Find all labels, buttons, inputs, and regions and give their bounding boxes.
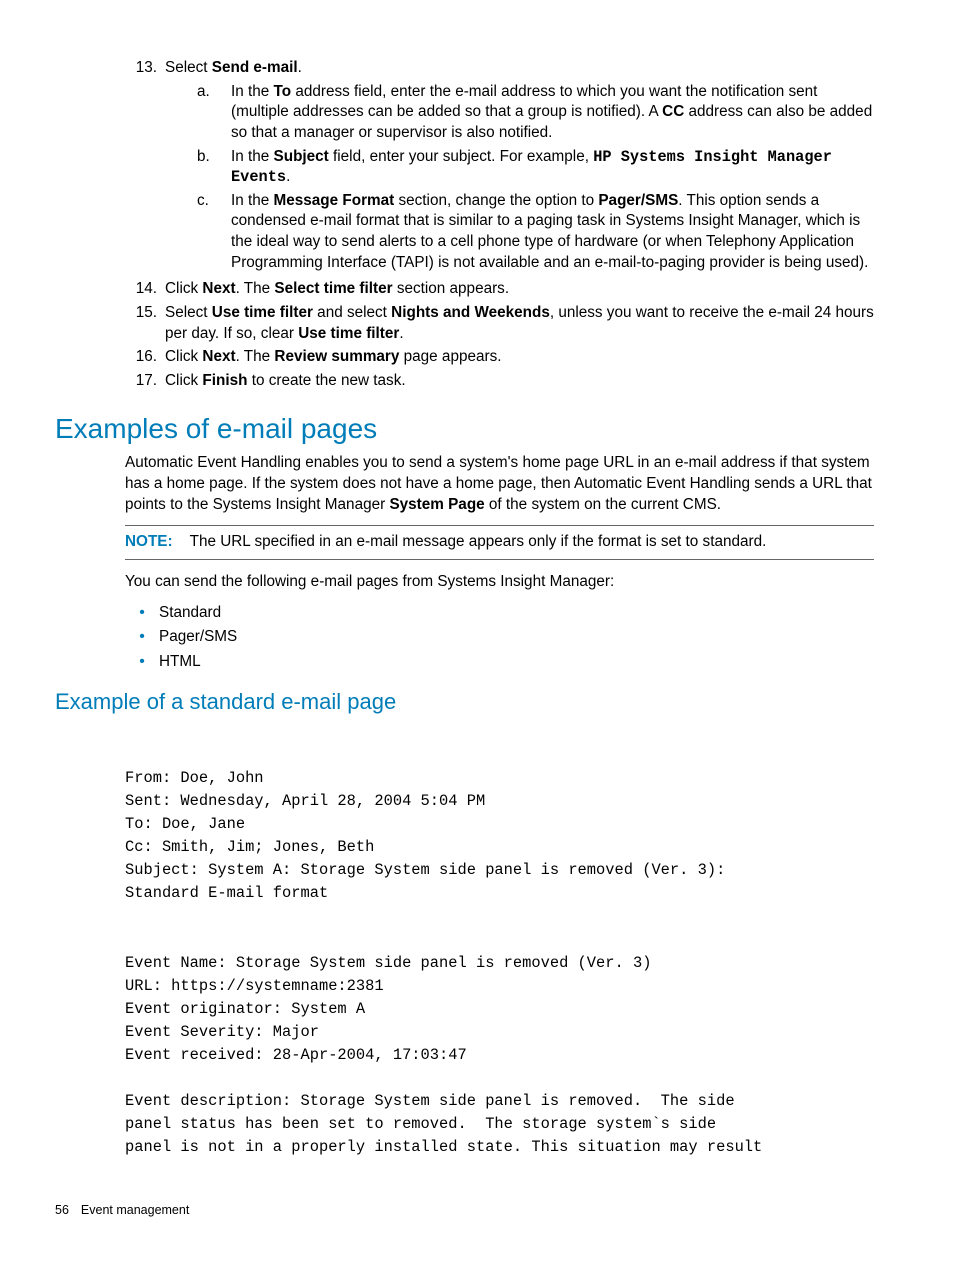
step-14: 14. Click Next. The Select time filter s… (125, 279, 874, 300)
bullet-list: •Standard •Pager/SMS •HTML (125, 603, 874, 673)
email-sample: From: Doe, John Sent: Wednesday, April 2… (125, 767, 874, 1160)
bullet-item: •HTML (125, 652, 874, 673)
heading-examples: Examples of e-mail pages (55, 410, 874, 448)
step-15: 15. Select Use time filter and select Ni… (125, 303, 874, 344)
page-number: 56 (55, 1202, 69, 1219)
step-body: Select Send e-mail. a. In the To address… (165, 58, 874, 276)
bullet-icon: • (125, 603, 159, 624)
step-16: 16. Click Next. The Review summary page … (125, 347, 874, 368)
note-text: The URL specified in an e-mail message a… (190, 533, 767, 550)
bullet-icon: • (125, 652, 159, 673)
list-intro: You can send the following e-mail pages … (125, 572, 874, 593)
substep-c: c. In the Message Format section, change… (197, 191, 874, 274)
substep-b: b. In the Subject field, enter your subj… (197, 147, 874, 188)
step-13: 13. Select Send e-mail. a. In the To add… (125, 58, 874, 276)
note-label: NOTE: (125, 533, 173, 550)
bullet-item: •Standard (125, 603, 874, 624)
numbered-steps: 13. Select Send e-mail. a. In the To add… (125, 58, 874, 392)
page-footer: 56 Event management (55, 1202, 874, 1219)
substeps: a. In the To address field, enter the e-… (165, 82, 874, 274)
heading-standard-example: Example of a standard e-mail page (55, 687, 874, 717)
footer-title: Event management (81, 1203, 189, 1217)
bullet-icon: • (125, 627, 159, 648)
note-block: NOTE: The URL specified in an e-mail mes… (125, 525, 874, 560)
intro-paragraph: Automatic Event Handling enables you to … (125, 453, 874, 515)
step-17: 17. Click Finish to create the new task. (125, 371, 874, 392)
step-number: 13. (125, 58, 165, 276)
substep-a: a. In the To address field, enter the e-… (197, 82, 874, 144)
bullet-item: •Pager/SMS (125, 627, 874, 648)
page-content: 13. Select Send e-mail. a. In the To add… (125, 58, 874, 1218)
